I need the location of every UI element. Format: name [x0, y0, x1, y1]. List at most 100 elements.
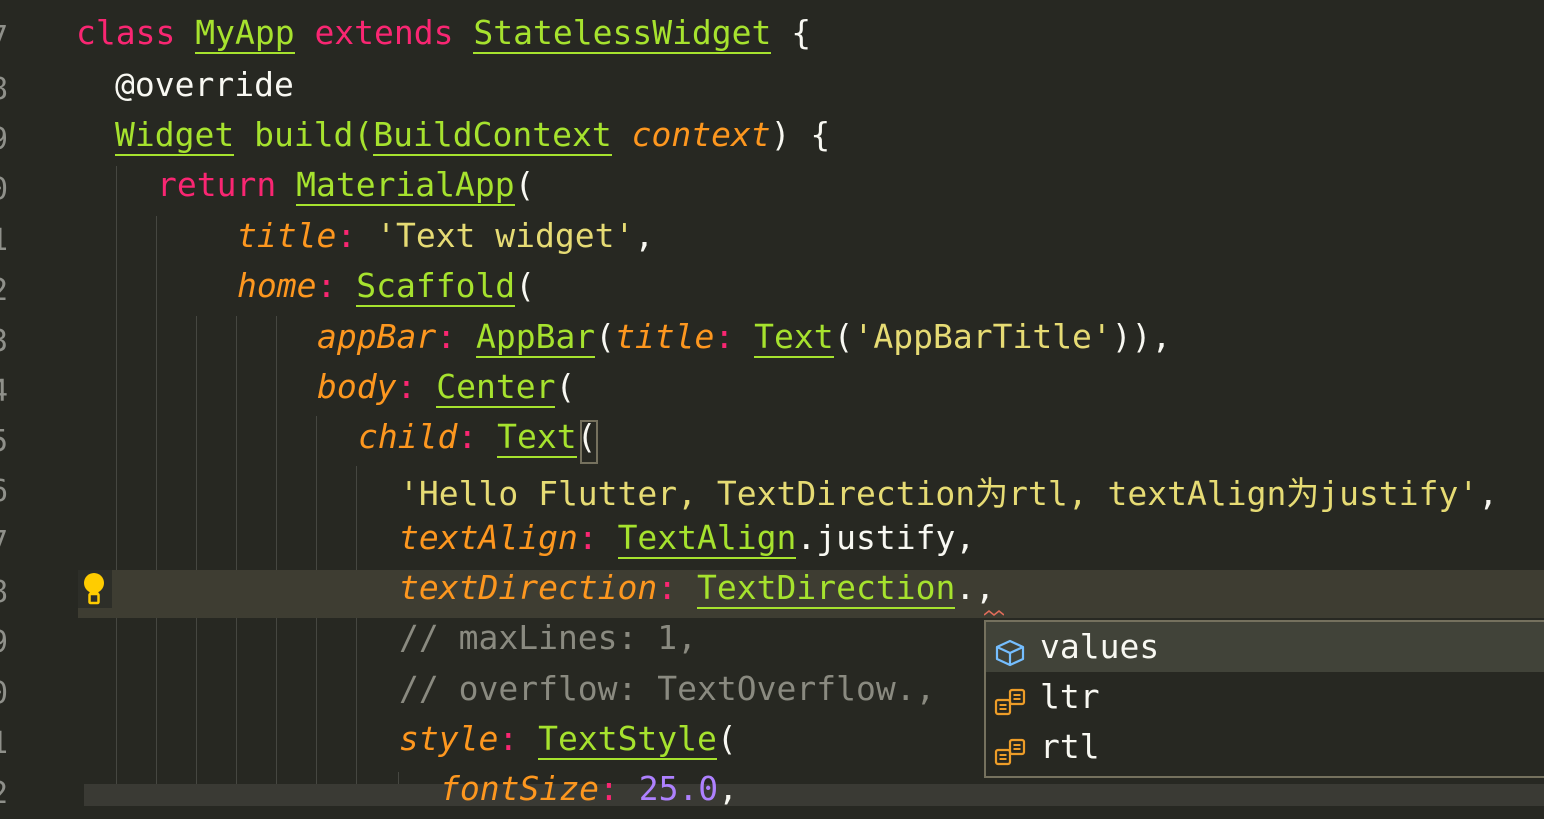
line-number: 9	[0, 115, 20, 165]
error-squiggle	[984, 609, 1004, 617]
property-name: title	[615, 317, 715, 356]
punctuation: :	[316, 266, 337, 305]
indent-guide	[236, 316, 237, 806]
code-line[interactable]: title: 'Text widget',	[237, 216, 654, 255]
suggestion-item-rtl[interactable]: rtl	[986, 722, 1544, 772]
code-line[interactable]: fontSize: 25.0,	[440, 769, 738, 808]
code-line-current[interactable]: textDirection: TextDirection.,	[399, 568, 995, 609]
punctuation: (	[833, 317, 854, 356]
keyword: extends	[314, 13, 454, 52]
indent-guide	[116, 266, 117, 806]
type-name: TextDirection	[697, 568, 956, 609]
lightbulb-quick-fix-icon[interactable]	[78, 570, 112, 608]
punctuation: :	[598, 769, 619, 808]
code-line[interactable]: body: Center(	[317, 367, 576, 408]
type-name: AppBar	[475, 317, 596, 358]
punctuation: (	[515, 266, 536, 305]
line-number-gutter: 7 8 9 0 1 2 3 4 5 6 7 8 9 0 1 2	[0, 0, 60, 811]
suggestion-label: rtl	[1040, 727, 1100, 766]
indent-guide	[356, 466, 357, 806]
code-line[interactable]: class MyApp extends StatelessWidget {	[76, 13, 812, 54]
punctuation: :	[577, 518, 598, 557]
line-number: 1	[0, 719, 20, 769]
line-number: 0	[0, 165, 20, 215]
property-name: fontSize	[440, 769, 599, 808]
keyword: return	[157, 165, 277, 204]
string-literal: 'Text widget'	[356, 216, 635, 255]
property-cube-icon	[994, 632, 1026, 667]
code-line[interactable]: 'Hello Flutter, TextDirection为rtl, textA…	[399, 467, 1498, 515]
line-number: 2	[0, 769, 20, 819]
punctuation: :	[436, 317, 457, 356]
line-number: 7	[0, 518, 20, 568]
line-number: 4	[0, 367, 20, 417]
punctuation: :	[498, 719, 519, 758]
method-name: build(	[234, 115, 374, 154]
punctuation: (	[716, 719, 737, 758]
property-name: appBar	[317, 317, 437, 356]
line-number: 8	[0, 568, 20, 618]
code-line[interactable]: home: Scaffold(	[237, 266, 536, 307]
property-name: body	[317, 367, 397, 406]
class-name: MyApp	[195, 13, 295, 54]
punctuation: ,	[718, 769, 739, 808]
punctuation: ,	[634, 216, 655, 255]
code-line[interactable]: child: Text(	[358, 417, 596, 458]
parameter: context	[631, 115, 771, 154]
comment: // maxLines: 1,	[399, 618, 698, 657]
code-line[interactable]: return MaterialApp(	[157, 165, 535, 206]
suggestion-label: ltr	[1040, 677, 1100, 716]
indent-guide	[156, 216, 157, 806]
punctuation: :	[657, 568, 678, 607]
punctuation: ) {	[770, 115, 831, 154]
punctuation: :	[336, 216, 357, 255]
suggestion-label: values	[1040, 627, 1160, 666]
string-literal: 'AppBarTitle'	[853, 317, 1112, 356]
code-line[interactable]: // maxLines: 1,	[399, 618, 697, 657]
property-name: child	[358, 417, 458, 456]
keyword: class	[76, 13, 176, 52]
punctuation: {	[771, 13, 812, 52]
suggestion-item-values[interactable]: values	[986, 622, 1544, 672]
type-name: TextAlign	[617, 518, 797, 559]
type-name: Widget	[115, 115, 235, 156]
code-line[interactable]: appBar: AppBar(title: Text('AppBarTitle'…	[317, 317, 1171, 358]
line-number: 2	[0, 266, 20, 316]
line-number: 3	[0, 317, 20, 367]
line-number: 5	[0, 417, 20, 467]
line-number: 9	[0, 618, 20, 668]
line-highlight	[84, 784, 1544, 806]
code-line[interactable]: textAlign: TextAlign.justify,	[399, 518, 976, 559]
punctuation: (	[595, 317, 616, 356]
type-name: StatelessWidget	[473, 13, 772, 54]
line-number: 7	[0, 13, 20, 63]
type-name: Scaffold	[356, 266, 516, 307]
autocomplete-suggestion-list[interactable]: values ltr rtl	[984, 620, 1544, 778]
bracket-match-box	[580, 420, 598, 464]
code-line[interactable]: // overflow: TextOverflow.,	[399, 669, 935, 708]
property-name: textDirection	[399, 568, 658, 607]
comment: // overflow: TextOverflow.,	[399, 669, 936, 708]
line-number: 8	[0, 65, 20, 115]
property-name: title	[237, 216, 337, 255]
punctuation: ,	[1478, 474, 1499, 513]
property-name: style	[399, 719, 499, 758]
number-literal: 25.0	[618, 769, 719, 808]
code-line[interactable]: style: TextStyle(	[399, 719, 737, 760]
type-name: TextStyle	[538, 719, 717, 760]
type-name: MaterialApp	[296, 165, 515, 206]
code-line[interactable]: Widget build(BuildContext context) {	[115, 115, 831, 156]
type-name: Center	[436, 367, 556, 408]
property-name: textAlign	[399, 518, 578, 557]
suggestion-item-ltr[interactable]: ltr	[986, 672, 1544, 722]
enum-member-icon	[994, 682, 1026, 716]
code-line[interactable]: @override	[115, 65, 294, 104]
line-number: 6	[0, 467, 20, 517]
punctuation: :	[457, 417, 478, 456]
punctuation: (	[555, 367, 576, 406]
indent-guide	[276, 316, 277, 806]
punctuation: (	[514, 165, 535, 204]
member-access: .justify,	[796, 518, 976, 557]
line-number: 1	[0, 216, 20, 266]
enum-member-icon	[994, 732, 1026, 766]
